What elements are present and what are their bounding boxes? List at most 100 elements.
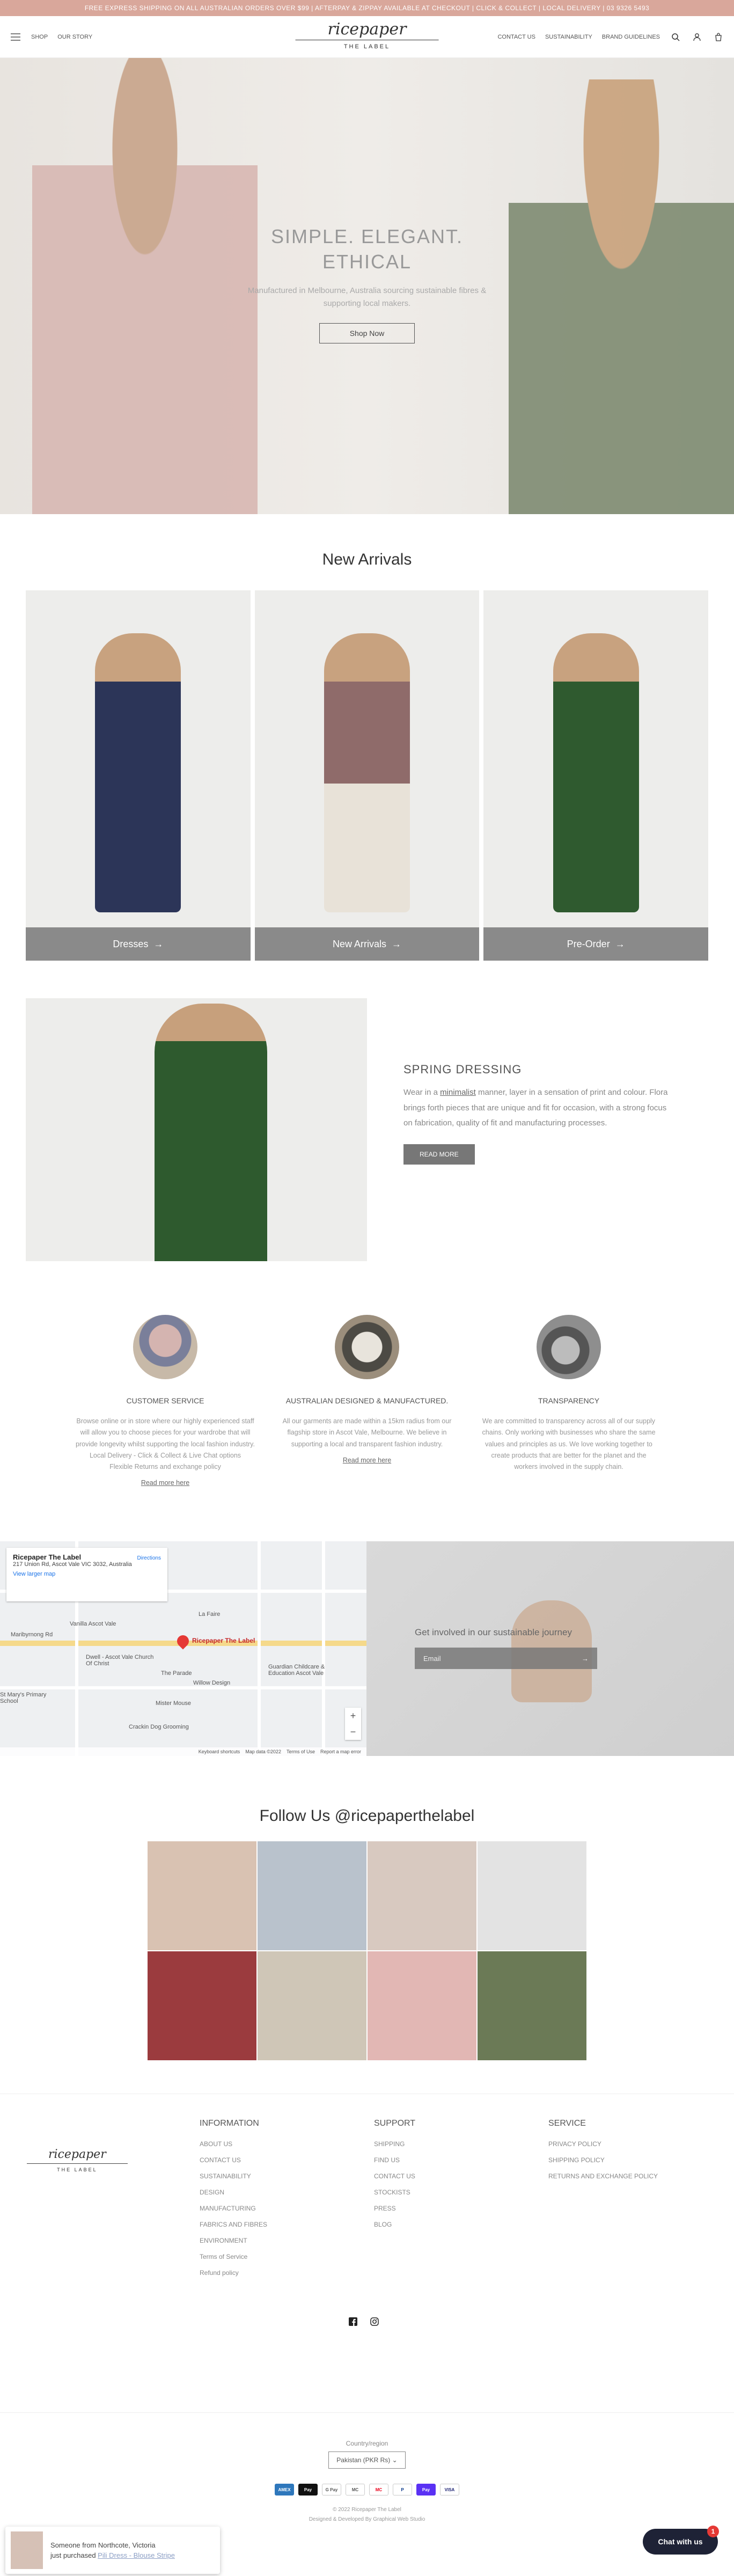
footer-link[interactable]: FABRICS AND FIBRES [200,2221,374,2228]
collection-card-bar[interactable]: Dresses → [26,927,251,961]
account-icon[interactable] [691,31,703,43]
footer-logo-subtitle: THE LABEL [57,2167,98,2173]
footer-link[interactable]: DESIGN [200,2189,374,2196]
instagram-tile[interactable] [478,1951,586,2061]
map-newsletter-section: Ricepaper The Label 217 Union Rd, Ascot … [0,1541,734,1757]
new-arrivals-section: New Arrivals Dresses → New Arrivals → Pre-… [0,514,734,961]
collection-card-label: Dresses [113,938,149,949]
nav-our-story[interactable]: Our Story [57,34,92,40]
footer-link[interactable]: ENVIRONMENT [200,2237,374,2244]
follow-title: Follow Us @ricepaperthelabel [259,1807,475,1825]
green-dress-model-image [553,633,639,912]
nav-brand-guidelines[interactable]: Brand Guidelines [602,34,660,40]
map-attribution-text[interactable]: Keyboard shortcuts [199,1749,240,1754]
map-zoom-controls[interactable]: + − [345,1708,361,1740]
footer-link[interactable]: PRESS [374,2205,548,2212]
collection-card-bar[interactable]: New Arrivals → [254,927,480,961]
footer-link[interactable]: RETURNS AND EXCHANGE POLICY [548,2172,723,2180]
nav-sustainability[interactable]: Sustainability [545,34,592,40]
nav-shop[interactable]: Shop [31,34,48,40]
footer-link[interactable]: STOCKISTS [374,2189,548,2196]
search-icon[interactable] [670,31,681,43]
new-arrivals-title: New Arrivals [322,551,412,568]
map-road [322,1541,325,1757]
spring-model-figure [155,1004,267,1261]
hero-title: SIMPLE. ELEGANT. ETHICAL [270,225,464,273]
toast-product-thumbnail [11,2531,43,2569]
feature-body: We are committed to transparency across … [482,1417,656,1470]
footer-link[interactable]: FIND US [374,2156,548,2164]
newsletter-email-field[interactable]: Email → [415,1648,597,1670]
instagram-tile[interactable] [148,1951,256,2061]
instagram-icon[interactable] [370,2317,379,2326]
footer-link[interactable]: SHIPPING POLICY [548,2156,723,2164]
shop-pay-icon: Pay [416,2484,436,2496]
footer-link[interactable]: PRIVACY POLICY [548,2140,723,2148]
social-links [349,2317,379,2326]
google-pay-icon: G Pay [322,2484,341,2496]
zoom-out-icon[interactable]: − [350,1726,356,1738]
footer-link[interactable]: BLOG [374,2221,548,2228]
instagram-tile[interactable] [148,1841,256,1951]
store-map[interactable]: Ricepaper The Label 217 Union Rd, Ascot … [0,1541,366,1757]
facebook-icon[interactable] [349,2317,357,2326]
footer-link[interactable]: MANUFACTURING [200,2205,374,2212]
read-more-button[interactable]: READ MORE [403,1144,475,1165]
map-label: St Mary's Primary School [0,1692,47,1705]
map-attribution-text[interactable]: Terms of Use [287,1749,315,1754]
feature-title: TRANSPARENCY [538,1396,600,1405]
footer-link[interactable]: CONTACT US [200,2156,374,2164]
menu-icon[interactable] [10,31,21,43]
customer-service-image [133,1315,197,1379]
top-model-image [324,633,410,912]
collection-card-new-arrivals[interactable]: New Arrivals → [254,590,480,961]
footer-link[interactable]: Refund policy [200,2269,374,2277]
footer-columns: INFORMATION ABOUT US CONTACT US SUSTAINA… [200,2119,723,2285]
minimalist-link[interactable]: minimalist [440,1088,476,1097]
map-attribution-text[interactable]: Report a map error [320,1749,361,1754]
site-logo[interactable]: ricepaper THE LABEL [295,21,439,50]
view-larger-map-link[interactable]: View larger map [13,1571,161,1577]
toast-line-2: just purchased Pili Dress - Blouse Strip… [50,2550,175,2561]
instagram-tile[interactable] [258,1841,366,1951]
directions-link[interactable]: Directions [137,1555,161,1561]
map-pin-icon[interactable] [174,1633,192,1650]
cart-icon[interactable] [713,31,724,43]
feature-body-extra: Local Delivery - Click & Collect & Live … [89,1451,241,1459]
footer-logo-script: ricepaper [27,2148,128,2164]
read-more-link[interactable]: Read more here [141,1479,189,1487]
hero-model-left-image [32,58,258,514]
shop-now-button[interactable]: Shop Now [319,323,415,343]
collection-card-bar[interactable]: Pre-Order → [483,927,709,961]
feature-transparency: TRANSPARENCY We are committed to transpa… [479,1315,659,1488]
instagram-tile[interactable] [368,1951,476,2061]
feature-body: All our garments are made within a 15km … [282,1417,452,1448]
map-label: La Faire [199,1611,221,1618]
feature-body-extra: Flexible Returns and exchange policy [109,1463,221,1470]
footer-link[interactable]: SUSTAINABILITY [200,2172,374,2180]
collection-card-dresses[interactable]: Dresses → [26,590,251,961]
country-selector[interactable]: Pakistan (PKR Rs) ⌄ [328,2451,406,2469]
chat-button[interactable]: Chat with us 1 [643,2526,719,2555]
footer-link[interactable]: ABOUT US [200,2140,374,2148]
apple-pay-icon: Pay [298,2484,318,2496]
footer-link[interactable]: Terms of Service [200,2253,374,2260]
zoom-in-icon[interactable]: + [350,1710,356,1722]
transparency-image [537,1315,601,1379]
instagram-tile[interactable] [258,1951,366,2061]
footer-link[interactable]: CONTACT US [374,2172,548,2180]
arrow-right-icon[interactable]: → [582,1655,589,1663]
collection-card-pre-order[interactable]: Pre-Order → [483,590,709,961]
footer-link[interactable]: SHIPPING [374,2140,548,2148]
toast-product-link[interactable]: Pili Dress - Blouse Stripe [98,2551,175,2559]
nav-contact[interactable]: Contact Us [497,34,535,40]
designed-by-text[interactable]: Designed & Developed By Graphical Web St… [0,2515,734,2524]
copyright-text: © 2022 Ricepaper The Label [333,2507,401,2513]
feature-customer-service: CUSTOMER SERVICE Browse online or in sto… [75,1315,255,1488]
instagram-tile[interactable] [368,1841,476,1951]
footer-logo[interactable]: ricepaper THE LABEL [27,2148,128,2172]
spring-dressing-text: SPRING DRESSING Wear in a minimalist man… [403,998,708,1261]
recent-purchase-toast[interactable]: Someone from Northcote, Victoria just pu… [5,2527,220,2574]
instagram-tile[interactable] [478,1841,586,1951]
read-more-link[interactable]: Read more here [343,1457,391,1464]
